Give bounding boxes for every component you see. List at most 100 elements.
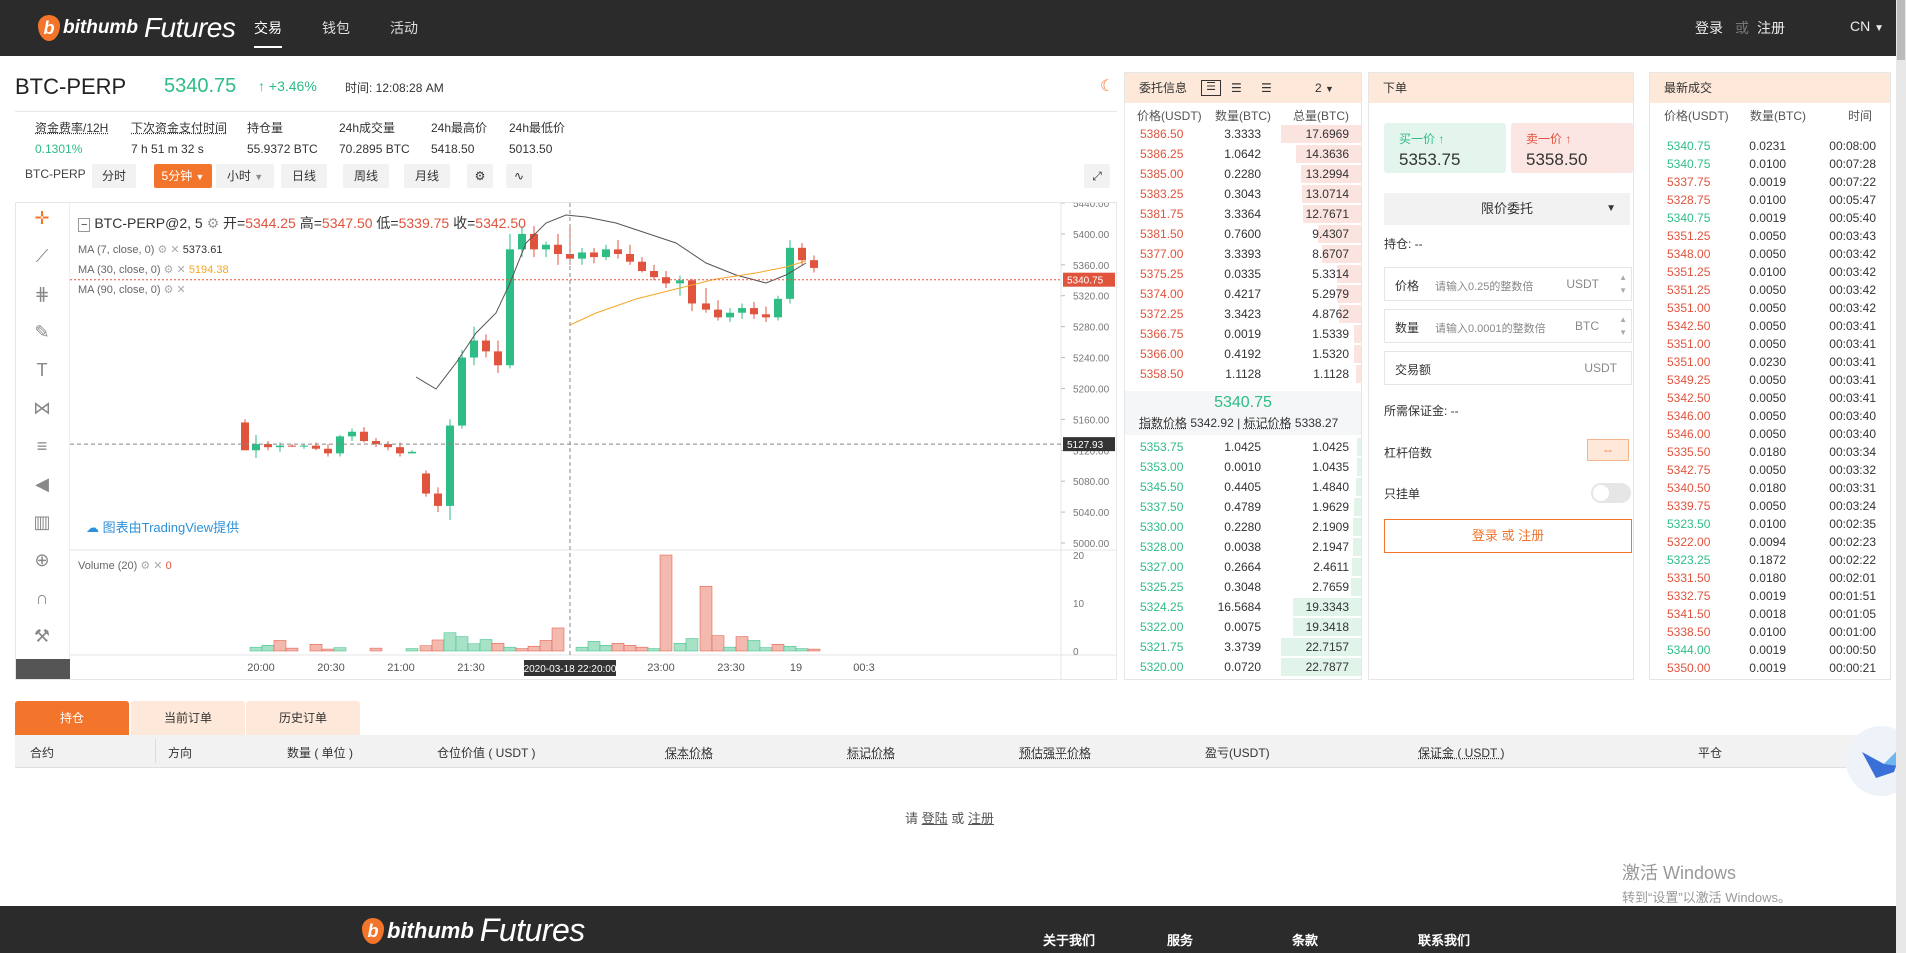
register-link[interactable]: 注册: [1757, 18, 1785, 38]
stat-value: 7 h 51 m 32 s: [131, 142, 204, 156]
bid-row[interactable]: 5325.25 0.3048 2.7659: [1125, 577, 1361, 597]
language-select[interactable]: CN ▼: [1850, 18, 1884, 34]
amount-field[interactable]: 交易额 USDT: [1384, 351, 1632, 385]
price-field[interactable]: 价格 请输入0.25的整数倍 USDT ▲ ▼: [1384, 267, 1632, 301]
theme-moon-icon[interactable]: ☾: [1100, 76, 1114, 96]
interval-day[interactable]: 日线: [281, 164, 327, 188]
interval-tick[interactable]: 分时: [92, 164, 136, 188]
ask-row[interactable]: 5386.50 3.3333 17.6969: [1125, 124, 1361, 144]
ask-row[interactable]: 5383.25 0.3043 13.0714: [1125, 184, 1361, 204]
footer-logo[interactable]: b bithumb Futures: [362, 912, 585, 949]
order-type-select[interactable]: 限价委托 ▼: [1384, 193, 1630, 225]
quantity-field[interactable]: 数量 请输入0.0001的整数倍 BTC ▲ ▼: [1384, 309, 1632, 343]
stepper-icon[interactable]: ▲ ▼: [1619, 271, 1627, 297]
settings-gear-icon[interactable]: ⚙ ✕: [140, 560, 162, 572]
ask-row[interactable]: 5377.00 3.3393 8.6707: [1125, 244, 1361, 264]
depth-select[interactable]: 2 ▼: [1315, 73, 1334, 104]
page-scrollbar[interactable]: [1896, 0, 1906, 953]
volume-bar: [673, 643, 687, 652]
ask-row[interactable]: 5372.25 3.3423 4.8762: [1125, 304, 1361, 324]
ask-qty: 3.3423: [1224, 307, 1261, 321]
book-both-icon[interactable]: ☰: [1201, 80, 1221, 96]
interval-week[interactable]: 周线: [343, 164, 389, 188]
footer: b bithumb Futures 关于我们 服务 条款 联系我们: [0, 906, 1906, 953]
empty-login-link[interactable]: 登陆: [922, 811, 948, 826]
tab-positions[interactable]: 持仓: [15, 701, 129, 735]
depth-bar: [1354, 498, 1361, 516]
bid-row[interactable]: 5353.00 0.0010 1.0435: [1125, 457, 1361, 477]
nav-item-activity[interactable]: 活动: [390, 18, 418, 38]
tradingview-attribution[interactable]: ☁ 图表由TradingView提供: [86, 517, 239, 536]
bid-row[interactable]: 5353.75 1.0425 1.0425: [1125, 437, 1361, 457]
nav-item-trade[interactable]: 交易: [254, 18, 282, 48]
tab-open-orders[interactable]: 当前订单: [131, 701, 245, 735]
leverage-button[interactable]: --: [1587, 439, 1629, 461]
stat-label: 24h最低价: [509, 121, 566, 135]
bid-row[interactable]: 5322.00 0.0075 19.3418: [1125, 617, 1361, 637]
ask-row[interactable]: 5381.50 0.7600 9.4307: [1125, 224, 1361, 244]
stepper-icon[interactable]: ▲ ▼: [1619, 313, 1627, 339]
ask-row[interactable]: 5366.75 0.0019 1.5339: [1125, 324, 1361, 344]
candle-body: [300, 445, 308, 447]
ask-row[interactable]: 5358.50 1.1128 1.1128: [1125, 364, 1361, 384]
login-register-button[interactable]: 登录 或 注册: [1384, 519, 1632, 553]
settings-gear-icon[interactable]: ⚙ ✕: [157, 244, 179, 256]
fullscreen-icon[interactable]: ⤢: [1084, 164, 1110, 188]
book-bids-icon[interactable]: ☰: [1231, 73, 1242, 103]
tab-order-history[interactable]: 历史订单: [246, 701, 360, 735]
footer-link-terms[interactable]: 条款: [1292, 930, 1318, 949]
trade-price: 5331.50: [1667, 571, 1711, 585]
best-ask-box[interactable]: 卖一价 ↑ 5358.50: [1511, 123, 1633, 173]
stat-value: 5013.50: [509, 142, 553, 156]
bid-row[interactable]: 5345.50 0.4405 1.4840: [1125, 477, 1361, 497]
trade-time: 00:01:05: [1829, 607, 1876, 621]
activate-line2: 转到“设置”以激活 Windows。: [1622, 890, 1792, 905]
trade-time: 00:02:01: [1829, 571, 1876, 585]
empty-register-link[interactable]: 注册: [968, 811, 994, 826]
ask-row[interactable]: 5366.00 0.4192 1.5320: [1125, 344, 1361, 364]
scrollbar-thumb[interactable]: [1897, 0, 1905, 60]
trade-row: 5350.00 0.0019 00:00:21: [1650, 659, 1890, 677]
book-asks-icon[interactable]: ☰: [1261, 73, 1272, 103]
post-only-toggle[interactable]: [1591, 483, 1631, 503]
collapse-icon[interactable]: −: [78, 218, 91, 232]
nav-item-wallet[interactable]: 钱包: [322, 18, 350, 38]
interval-hour[interactable]: 小时 ▼: [216, 164, 274, 188]
trade-price: 5340.75: [1667, 157, 1711, 171]
best-bid-box[interactable]: 买一价 ↑ 5353.75: [1384, 123, 1506, 173]
settings-gear-icon[interactable]: ⚙: [207, 215, 220, 231]
bid-row[interactable]: 5327.00 0.2664 2.4611: [1125, 557, 1361, 577]
settings-gear-icon[interactable]: ⚙: [467, 164, 493, 188]
price-chart[interactable]: ✛ ⟋ ⋕ ✎ T ⋈ ≡ ◀ ▥ ⊕ ∩ ⚒ 5440.00 5400.00 53…: [15, 202, 1117, 680]
ask-row[interactable]: 5374.00 0.4217 5.2979: [1125, 284, 1361, 304]
settings-gear-icon[interactable]: ⚙ ✕: [164, 264, 186, 276]
footer-link-services[interactable]: 服务: [1167, 930, 1193, 949]
bid-row[interactable]: 5320.00 0.0720 22.7877: [1125, 657, 1361, 677]
bid-row[interactable]: 5330.00 0.2280 2.1909: [1125, 517, 1361, 537]
indicators-icon[interactable]: ∿: [506, 164, 532, 188]
ask-row[interactable]: 5381.75 3.3364 12.7671: [1125, 204, 1361, 224]
bid-row[interactable]: 5324.25 16.5684 19.3343: [1125, 597, 1361, 617]
trade-time: 00:03:41: [1829, 319, 1876, 333]
ask-row[interactable]: 5386.25 1.0642 14.3636: [1125, 144, 1361, 164]
bid-row[interactable]: 5321.75 3.3739 22.7157: [1125, 637, 1361, 657]
bid-row[interactable]: 5328.00 0.0038 2.1947: [1125, 537, 1361, 557]
ask-row[interactable]: 5385.00 0.2280 13.2994: [1125, 164, 1361, 184]
login-link[interactable]: 登录: [1695, 18, 1723, 38]
ask-row[interactable]: 5375.25 0.0335 5.3314: [1125, 264, 1361, 284]
trade-price: 5337.75: [1667, 175, 1711, 189]
logo[interactable]: b bithumb Futures: [38, 12, 236, 44]
footer-link-contact[interactable]: 联系我们: [1418, 930, 1470, 949]
trade-time: 00:00:50: [1829, 643, 1876, 657]
trade-time: 00:03:40: [1829, 427, 1876, 441]
footer-link-about[interactable]: 关于我们: [1043, 930, 1095, 949]
bid-row[interactable]: 5337.50 0.4789 1.9629: [1125, 497, 1361, 517]
settings-gear-icon[interactable]: ⚙ ✕: [164, 284, 186, 296]
low-label: 低=: [376, 215, 399, 231]
interval-month[interactable]: 月线: [404, 164, 450, 188]
candle-body: [810, 260, 818, 268]
col-side: 方向: [168, 746, 193, 760]
volume-bar: [587, 641, 601, 652]
candle-body: [554, 244, 562, 254]
interval-5min[interactable]: 5分钟 ▼: [154, 164, 212, 188]
